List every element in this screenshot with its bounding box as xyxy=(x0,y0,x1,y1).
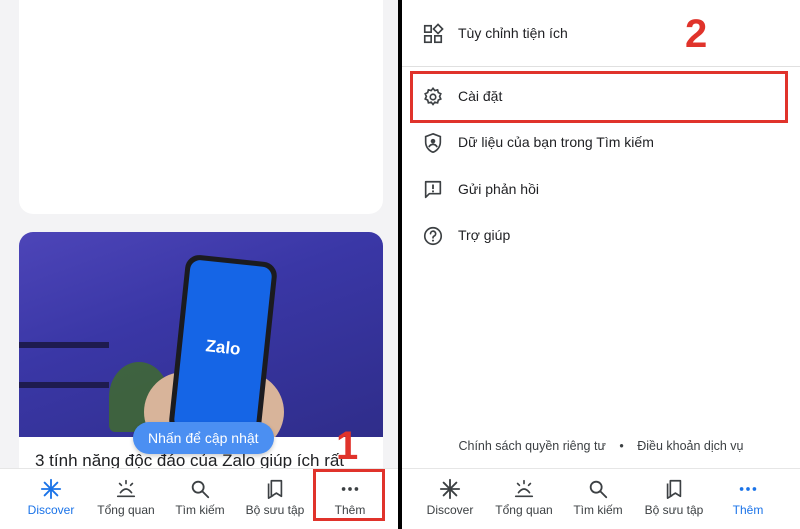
feedback-icon xyxy=(424,180,442,199)
menu-label: Dữ liệu của bạn trong Tìm kiếm xyxy=(458,134,654,150)
nav-label: Bộ sưu tập xyxy=(644,503,704,517)
collections-icon xyxy=(666,479,682,499)
menu-item-feedback[interactable]: Gửi phản hồi xyxy=(402,168,800,212)
menu-label: Gửi phản hồi xyxy=(458,181,539,197)
bottom-navigation: Discover Tổng quan Tìm kiếm Bộ sưu tập T… xyxy=(402,468,800,529)
menu-item-your-data[interactable]: Dữ liệu của bạn trong Tìm kiếm xyxy=(402,121,800,165)
step-number-2: 2 xyxy=(685,12,708,56)
nav-item-discover[interactable]: Discover xyxy=(410,469,490,529)
menu-item-help[interactable]: Trợ giúp xyxy=(402,214,800,258)
nav-label: Bộ sưu tập xyxy=(245,503,305,517)
footer-separator: • xyxy=(619,439,624,453)
highlight-box-more xyxy=(313,469,385,521)
discover-icon xyxy=(439,478,461,500)
phone-screen-brand: Zalo xyxy=(173,259,273,437)
privacy-policy-link[interactable]: Chính sách quyền riêng tư xyxy=(458,439,605,453)
nav-label: Discover xyxy=(426,503,474,517)
discover-feed-panel: Zalo 3 tính năng độc đáo của Zalo giúp í… xyxy=(0,0,398,529)
search-icon xyxy=(191,480,210,499)
more-menu-panel: Tùy chỉnh tiện ích 2 Cài đặt Dữ liệu của… xyxy=(402,0,800,529)
nav-item-overview[interactable]: Tổng quan xyxy=(484,469,564,529)
nav-item-overview[interactable]: Tổng quan xyxy=(86,469,166,529)
nav-label: Tìm kiếm xyxy=(175,503,225,517)
overview-icon xyxy=(116,479,136,498)
nav-item-search[interactable]: Tìm kiếm xyxy=(558,469,638,529)
overview-icon xyxy=(514,479,534,498)
footer-links: Chính sách quyền riêng tư • Điều khoản d… xyxy=(402,439,800,453)
help-icon xyxy=(423,226,443,246)
menu-label: Trợ giúp xyxy=(458,227,511,243)
shelf-decor xyxy=(19,382,109,388)
nav-item-more[interactable]: Thêm xyxy=(708,469,788,529)
nav-item-collections[interactable]: Bộ sưu tập xyxy=(634,469,714,529)
nav-label: Discover xyxy=(27,503,75,517)
feed-card-blank[interactable] xyxy=(19,0,383,214)
collections-icon xyxy=(267,479,283,499)
discover-icon xyxy=(40,478,62,500)
shield-account-icon xyxy=(424,132,442,154)
terms-of-service-link[interactable]: Điều khoản dịch vụ xyxy=(637,439,743,453)
nav-item-collections[interactable]: Bộ sưu tập xyxy=(235,469,315,529)
divider xyxy=(402,66,800,67)
nav-label: Tổng quan xyxy=(495,503,553,517)
nav-item-discover[interactable]: Discover xyxy=(11,469,91,529)
shelf-decor xyxy=(19,342,109,348)
widgets-icon xyxy=(423,23,444,44)
highlight-box-settings xyxy=(410,71,788,123)
nav-label: Tổng quan xyxy=(97,503,155,517)
menu-item-customize-widgets[interactable]: Tùy chỉnh tiện ích xyxy=(402,12,800,56)
article-image: Zalo xyxy=(19,232,383,437)
menu-label: Tùy chỉnh tiện ích xyxy=(458,25,568,41)
phone-image: Zalo xyxy=(167,253,279,437)
step-number-1: 1 xyxy=(336,424,359,468)
nav-item-search[interactable]: Tìm kiếm xyxy=(160,469,240,529)
nav-label: Tìm kiếm xyxy=(573,503,623,517)
refresh-button[interactable]: Nhấn để cập nhật xyxy=(133,422,274,454)
more-icon xyxy=(739,487,757,491)
nav-label: Thêm xyxy=(732,503,764,517)
search-icon xyxy=(589,480,608,499)
